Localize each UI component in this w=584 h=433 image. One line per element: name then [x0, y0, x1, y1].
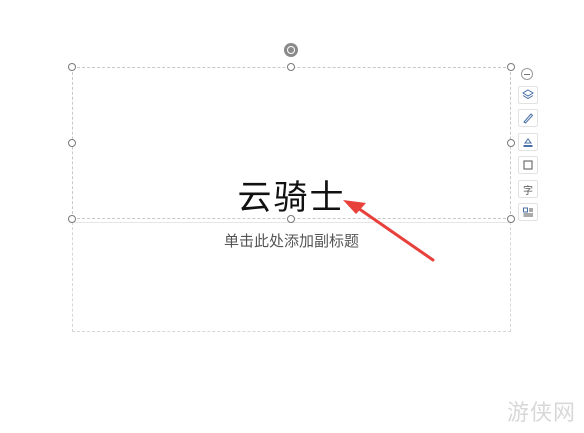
- collapse-toolbar-button[interactable]: [521, 68, 533, 80]
- text-button[interactable]: 字: [518, 180, 538, 198]
- fill-button[interactable]: [518, 133, 538, 151]
- slide-title[interactable]: 云骑士: [72, 170, 511, 219]
- text-wrap-button[interactable]: [518, 203, 538, 221]
- rotate-handle[interactable]: [284, 43, 298, 57]
- text-icon: 字: [523, 185, 533, 197]
- resize-handle-right[interactable]: [507, 139, 515, 147]
- resize-handle-bottom-right[interactable]: [507, 215, 515, 223]
- resize-handle-bottom-left[interactable]: [68, 215, 76, 223]
- resize-handle-bottom[interactable]: [287, 215, 295, 223]
- fill-icon: [523, 138, 533, 147]
- pen-button[interactable]: [518, 109, 538, 127]
- resize-handle-top[interactable]: [287, 63, 295, 71]
- border-button[interactable]: [518, 156, 538, 174]
- watermark: 游侠网: [506, 401, 576, 426]
- text-wrap-icon: [523, 207, 533, 217]
- resize-handle-top-left[interactable]: [68, 63, 76, 71]
- border-icon: [523, 160, 533, 170]
- pen-icon: [523, 113, 534, 124]
- resize-handle-left[interactable]: [68, 139, 76, 147]
- layers-button[interactable]: [518, 86, 538, 104]
- layers-icon: [522, 89, 534, 100]
- resize-handle-top-right[interactable]: [507, 63, 515, 71]
- slide-subtitle[interactable]: 单击此处添加副标题: [72, 230, 511, 251]
